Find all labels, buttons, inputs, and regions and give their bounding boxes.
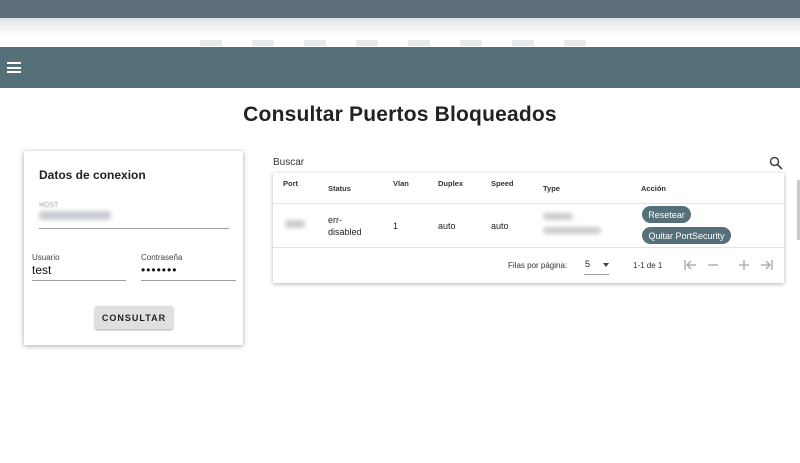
status-cell-line2: disabled [328,227,362,237]
rows-per-page-label: Filas por página: [508,261,568,270]
app-bar [0,47,800,88]
previous-page-icon[interactable] [707,258,719,272]
column-header-duplex[interactable]: Duplex [438,179,463,188]
host-field[interactable] [39,211,111,220]
last-page-icon[interactable] [760,258,774,272]
column-header-type[interactable]: Type [543,184,560,193]
search-icon[interactable] [769,156,783,170]
duplex-cell: auto [438,221,456,231]
first-page-icon[interactable] [683,258,697,272]
vlan-cell: 1 [393,221,399,231]
column-header-accion: Acción [641,184,667,193]
host-underline [39,228,229,229]
search-input[interactable]: Buscar [273,157,304,168]
password-underline [141,280,236,281]
ghost-text [200,40,600,46]
next-page-icon[interactable] [738,258,750,272]
type-cell-blurred-line2 [543,227,601,234]
column-header-speed[interactable]: Speed [491,179,514,188]
chevron-down-icon [603,263,609,267]
hamburger-menu-icon[interactable] [7,62,21,73]
user-field[interactable]: test [32,263,51,277]
quitar-portsecurity-button[interactable]: Quitar PortSecurity [642,227,731,244]
port-cell-blurred [285,220,305,228]
column-header-status[interactable]: Status [328,184,351,193]
password-field[interactable]: ••••••• [141,263,177,277]
resetear-button[interactable]: Resetear [642,206,691,223]
page-title: Consultar Puertos Bloqueados [243,103,557,126]
ports-table: Port Status Vlan Duplex Speed Type Acció… [273,173,784,283]
row-divider [273,247,784,248]
select-underline [584,274,609,275]
column-header-port[interactable]: Port [283,179,298,188]
rows-per-page-select[interactable]: 5 [584,258,609,275]
header-divider [273,203,784,204]
user-underline [32,280,126,281]
rows-per-page-value: 5 [585,259,591,269]
type-cell-blurred-line1 [543,213,573,220]
password-label: Contraseña [141,253,183,262]
user-label: Usuario [32,253,60,262]
card-title: Datos de conexion [39,168,146,182]
column-header-vlan[interactable]: Vlan [393,179,409,188]
host-label: HOST [39,202,59,209]
pagination-range: 1-1 de 1 [633,261,663,270]
speed-cell: auto [491,221,509,231]
connection-card: Datos de conexion HOST Usuario test Cont… [24,151,243,345]
browser-top-strip [0,0,800,18]
consultar-button[interactable]: CONSULTAR [95,306,173,329]
status-cell-line1: err- [328,215,342,225]
